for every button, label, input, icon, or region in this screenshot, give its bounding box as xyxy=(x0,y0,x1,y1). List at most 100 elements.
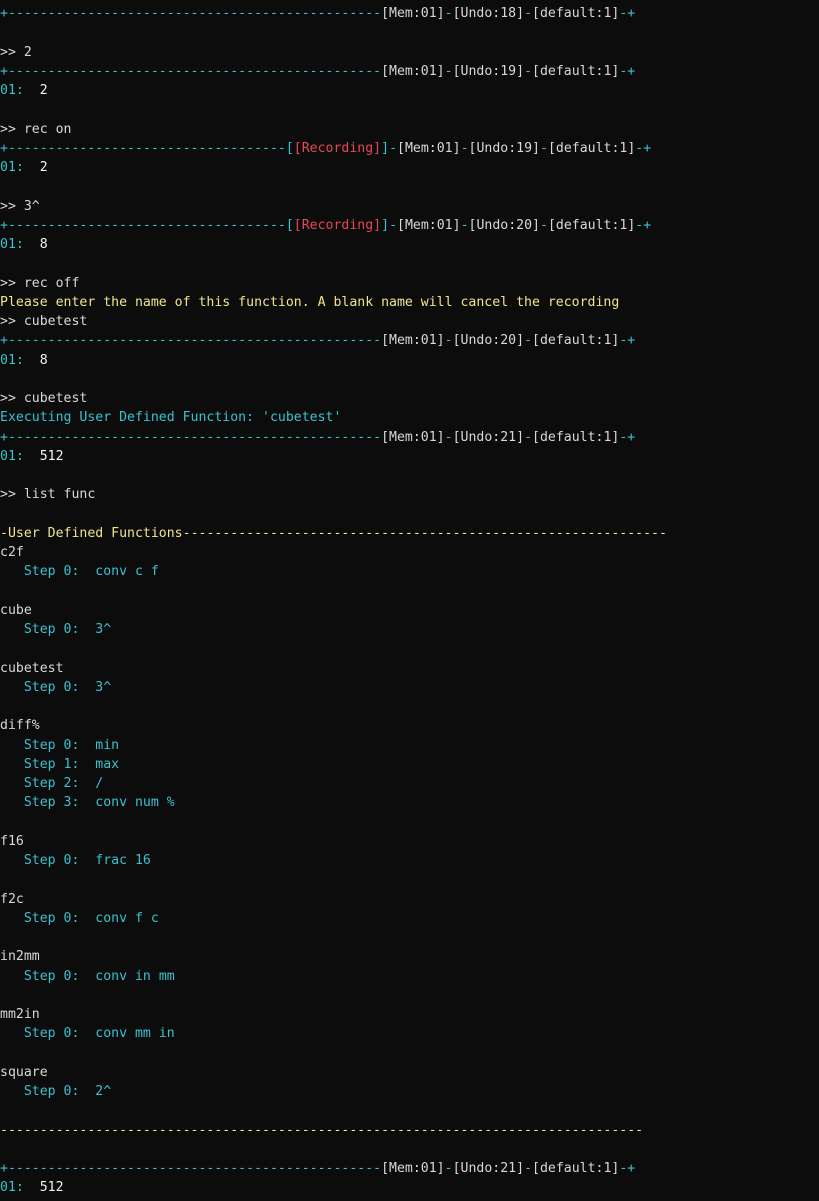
undo-indicator: [Undo:18] xyxy=(452,6,525,21)
command-line: >> list func xyxy=(0,487,96,503)
function-step: Step 2: / xyxy=(0,774,819,793)
function-step: Step 3: conv num % xyxy=(0,793,819,812)
stack-value: 8 xyxy=(39,237,48,252)
stack-line: 01: 2 xyxy=(0,81,819,100)
mem-indicator: [Mem:01] xyxy=(397,140,461,156)
step-label: Step 0: xyxy=(23,679,80,695)
function-name: cube xyxy=(0,602,32,618)
function-name: in2mm xyxy=(0,949,40,965)
stack-indicator: [default:1] xyxy=(547,140,636,156)
stack-indicator: [default:1] xyxy=(532,6,620,21)
function-name: square xyxy=(0,1064,48,1080)
function-step: Step 0: conv in mm xyxy=(0,967,819,986)
status-bar: +---------------------------------------… xyxy=(0,63,636,79)
stack-indicator: [default:1] xyxy=(532,333,620,349)
function-step: Step 0: conv c f xyxy=(0,562,819,581)
step-label: Step 0: xyxy=(23,622,80,637)
mem-indicator: [Mem:01] xyxy=(381,1161,445,1176)
function-step: Step 1: max xyxy=(0,755,819,774)
stack-line: 01: 8 xyxy=(0,235,819,254)
step-command: conv f c xyxy=(95,910,159,926)
undo-indicator: [Undo:20] xyxy=(468,217,540,233)
function-step: Step 0: min xyxy=(0,736,819,755)
mem-indicator: [Mem:01] xyxy=(381,6,445,21)
mem-indicator: [Mem:01] xyxy=(381,63,445,79)
status-bar: +-----------------------------------[[Re… xyxy=(0,217,652,233)
status-bar: +---------------------------------------… xyxy=(0,6,636,21)
stack-line: 01: 8 xyxy=(0,351,819,370)
function-step: Step 0: 2^ xyxy=(0,1082,819,1101)
undo-indicator: [Undo:19] xyxy=(468,140,540,156)
function-step: Step 0: frac 16 xyxy=(0,851,819,870)
stack-indicator: [default:1] xyxy=(532,63,620,79)
stack-value: 512 xyxy=(39,448,64,464)
function-name: f2c xyxy=(0,891,24,907)
undo-indicator: [Undo:19] xyxy=(452,63,525,79)
function-name: c2f xyxy=(0,545,24,560)
step-command: 2^ xyxy=(95,1084,112,1099)
mem-indicator: [Mem:01] xyxy=(397,217,461,233)
command-line: >> 2 xyxy=(0,44,32,60)
stack-index: 01: xyxy=(0,1180,24,1196)
command-line: >> rec on xyxy=(0,121,72,137)
stack-indicator: [default:1] xyxy=(532,1161,620,1176)
step-command: / xyxy=(95,776,104,791)
step-label: Step 0: xyxy=(23,737,80,753)
step-command: max xyxy=(95,756,120,772)
step-label: Step 0: xyxy=(23,564,80,580)
stack-value: 2 xyxy=(39,83,48,98)
recording-prompt-message: Please enter the name of this function. … xyxy=(0,294,620,310)
stack-indicator: [default:1] xyxy=(547,217,636,233)
step-label: Step 0: xyxy=(23,853,80,868)
step-label: Step 0: xyxy=(23,968,80,984)
recording-indicator: [Recording] xyxy=(293,217,382,233)
stack-index: 01: xyxy=(0,83,24,98)
stack-index: 01: xyxy=(0,352,24,368)
stack-indicator: [default:1] xyxy=(532,429,620,445)
command-line: >> 3^ xyxy=(0,198,40,214)
stack-index: 01: xyxy=(0,237,24,252)
step-command: conv in mm xyxy=(95,968,175,984)
step-command: frac 16 xyxy=(95,853,151,868)
function-step: Step 0: conv mm in xyxy=(0,1024,819,1043)
command-line: >> rec off xyxy=(0,275,80,291)
step-label: Step 0: xyxy=(23,1026,80,1042)
functions-footer-rule: ----------------------------------------… xyxy=(0,1122,644,1138)
undo-indicator: [Undo:21] xyxy=(452,1161,525,1176)
step-command: 3^ xyxy=(95,622,112,637)
status-bar: +-----------------------------------[[Re… xyxy=(0,140,652,156)
step-label: Step 1: xyxy=(23,756,80,772)
stack-line: 01: 512 xyxy=(0,1178,819,1197)
step-label: Step 3: xyxy=(23,795,80,811)
recording-indicator: [Recording] xyxy=(293,140,382,156)
command-line: >> cubetest xyxy=(0,314,88,329)
mem-indicator: [Mem:01] xyxy=(381,429,445,445)
stack-value: 512 xyxy=(39,1180,64,1196)
function-name: mm2in xyxy=(0,1007,40,1022)
function-name: cubetest xyxy=(0,660,64,676)
functions-header-label: -User Defined Functions xyxy=(0,525,183,541)
terminal-window[interactable]: +---------------------------------------… xyxy=(0,0,819,1198)
function-name: f16 xyxy=(0,833,24,849)
mem-indicator: [Mem:01] xyxy=(381,333,445,349)
status-bar: +---------------------------------------… xyxy=(0,429,636,445)
function-step: Step 0: 3^ xyxy=(0,678,819,697)
executing-message: Executing User Defined Function: 'cubete… xyxy=(0,410,342,426)
undo-indicator: [Undo:21] xyxy=(452,429,525,445)
stack-value: 2 xyxy=(39,160,48,175)
step-command: conv num % xyxy=(95,795,175,811)
step-command: min xyxy=(95,737,120,753)
function-name: diff% xyxy=(0,718,40,734)
